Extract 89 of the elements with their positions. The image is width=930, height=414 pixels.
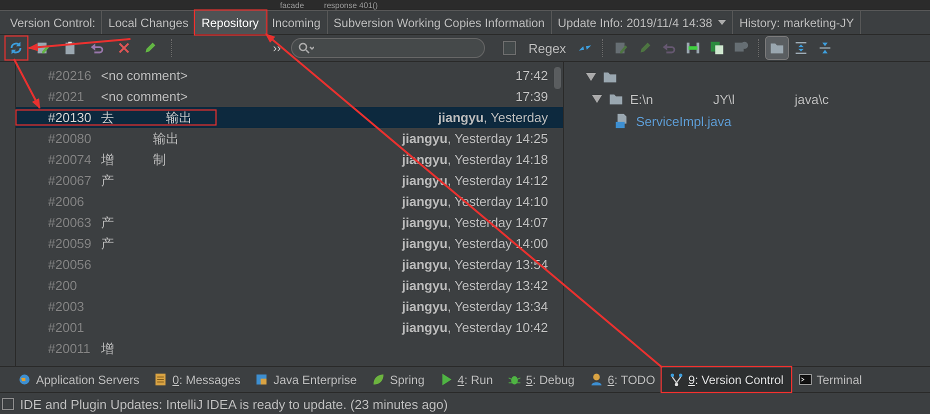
tool-window-button[interactable]: 4: Run (432, 368, 500, 392)
tab[interactable]: History: marketing-JY (733, 11, 862, 34)
tab[interactable]: Update Info: 2019/11/4 14:38 (552, 11, 734, 34)
tool-window-button[interactable]: 6: TODO (582, 368, 662, 392)
revision-number: #20074 (47, 152, 92, 167)
commit-message: 去 输出 (101, 108, 192, 126)
tool-window-button[interactable]: Terminal (790, 368, 869, 392)
status-message: IDE and Plugin Updates: IntelliJ IDEA is ready to update. (23 minutes ago) (20, 396, 448, 412)
globe-icon (17, 372, 32, 387)
author-name: jiangyu (402, 215, 448, 230)
search-field[interactable] (290, 38, 486, 58)
regex-label: Regex (528, 40, 566, 56)
author-name: jiangyu (402, 320, 448, 335)
revision-number: #20011 (47, 341, 92, 356)
author-name: jiangyu (438, 110, 484, 125)
commit-time: , Yesterday 14:25 (448, 131, 548, 146)
commit-message: 增 (101, 340, 114, 358)
tab[interactable]: Repository (195, 11, 266, 34)
revision-number: #20080 (47, 131, 92, 146)
selected-row[interactable]: #20130 去 输出 jiangyu, Yesterday (16, 107, 563, 128)
tool-window-button[interactable]: 9: Version Control (662, 368, 791, 392)
tool-window-button[interactable]: 5: Debug (500, 368, 582, 392)
expand-arrow[interactable] (592, 95, 602, 103)
annotation-box (4, 35, 28, 61)
refresh-icon[interactable] (8, 40, 24, 56)
expand-arrow[interactable] (586, 73, 596, 81)
tool-window-button[interactable]: Java Enterprise (247, 368, 364, 392)
path-text: java\c (794, 92, 829, 106)
revision-number: #20059 (47, 236, 92, 251)
revision-number: #2003 (47, 299, 86, 314)
more-button[interactable]: ›› (272, 41, 281, 55)
commit-message: 增 制 (101, 150, 166, 168)
spreadsheet-icon[interactable] (709, 40, 725, 56)
revision-number: #20216 (47, 68, 92, 83)
leaf-icon (370, 372, 386, 387)
collapse-all-icon[interactable] (817, 40, 833, 56)
author-name: jiangyu (402, 257, 448, 272)
commit-message: 输出 (152, 130, 179, 148)
commit-time: 17:42 (515, 68, 548, 83)
commit-time: , Yesterday 14:12 (448, 173, 548, 188)
revision-number: #20130 (47, 110, 92, 125)
terminal-icon (798, 372, 813, 387)
commit-time: , Yesterday 10:42 (448, 320, 548, 335)
author-name: jiangyu (402, 278, 448, 293)
expand-all-icon[interactable] (793, 40, 809, 56)
list-icon (153, 372, 168, 387)
author-name: jiangyu (402, 194, 448, 209)
search-icon (298, 42, 314, 54)
file-name: ServiceImpl.java (636, 114, 732, 128)
branch-icon (669, 372, 684, 387)
annotation-arrow (13, 58, 41, 109)
commit-message: 产 (101, 214, 114, 232)
tab[interactable]: Subversion Working Copies Information (328, 11, 552, 34)
commit-time: 17:39 (515, 89, 548, 104)
revision-number: #20067 (47, 173, 92, 188)
commit-time: , Yesterday 13:42 (448, 278, 548, 293)
revision-number: #20063 (47, 215, 92, 230)
revision-number: #2021 (47, 89, 86, 104)
author-name: jiangyu (402, 299, 448, 314)
tree-item[interactable]: facade (280, 1, 304, 10)
cube-icon (254, 372, 270, 387)
commit-message: <no comment> (101, 68, 188, 83)
commit-time: , Yesterday 13:34 (448, 299, 548, 314)
regex-checkbox[interactable] (503, 41, 516, 55)
tool-window-button[interactable]: Application Servers (10, 368, 146, 392)
path-text: JY\l (713, 92, 735, 106)
commit-time: , Yesterday (484, 110, 548, 125)
tool-window-button[interactable]: Spring (364, 368, 432, 392)
tab[interactable]: Incoming (266, 11, 328, 34)
commit-time: , Yesterday 14:18 (448, 152, 548, 167)
revision-number: #2001 (47, 320, 86, 335)
commit-message: 产 (101, 234, 114, 252)
scrollbar[interactable] (554, 67, 561, 89)
revision-number: #2006 (47, 194, 86, 209)
diff-icon[interactable] (685, 40, 701, 56)
commit-message: <no comment> (101, 89, 188, 104)
revision-number: #200 (47, 278, 78, 293)
document-pencil-icon[interactable] (35, 40, 52, 56)
tool-window-button[interactable]: 0: Messages (146, 368, 248, 392)
path-text: E:\n (630, 92, 654, 106)
person-icon (588, 372, 604, 387)
author-name: jiangyu (402, 236, 448, 251)
revision-number: #20056 (47, 257, 92, 272)
status-icon[interactable] (2, 398, 14, 410)
tool-window-title: Version Control: (0, 11, 102, 34)
commit-time: , Yesterday 14:00 (448, 236, 548, 251)
code-line: response 401() (324, 1, 378, 10)
commit-message: 产 (101, 172, 114, 190)
author-name: jiangyu (402, 131, 448, 146)
